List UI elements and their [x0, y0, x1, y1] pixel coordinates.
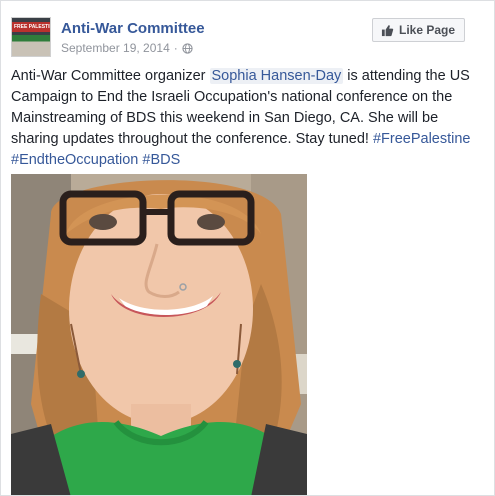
hashtag-bds[interactable]: #BDS [142, 152, 180, 168]
meta-separator: · [173, 41, 178, 55]
post-text-intro: Anti-War Committee organizer [11, 68, 210, 84]
mention-link[interactable]: Sophia Hansen-Day [209, 68, 344, 84]
avatar-banner-text: FREE PALESTINE [14, 24, 50, 30]
photo-illustration [11, 174, 307, 495]
like-page-button[interactable]: Like Page [372, 18, 466, 42]
like-page-label: Like Page [399, 23, 456, 37]
globe-icon[interactable] [182, 42, 193, 54]
post-card: FREE PALESTINE Anti-War Committee Septem… [0, 0, 495, 496]
hashtag-endtheoccupation[interactable]: #EndtheOccupation [11, 152, 138, 168]
post-photo[interactable] [11, 174, 307, 495]
thumbs-up-icon [381, 24, 394, 36]
post-meta: September 19, 2014 · [61, 41, 193, 55]
page-name-link[interactable]: Anti-War Committee [61, 20, 205, 37]
post-text: Anti-War Committee organizer Sophia Hans… [11, 66, 481, 171]
page-avatar[interactable]: FREE PALESTINE [11, 17, 51, 57]
hashtag-freepalestine[interactable]: #FreePalestine [373, 131, 471, 147]
post-date[interactable]: September 19, 2014 [61, 41, 170, 55]
